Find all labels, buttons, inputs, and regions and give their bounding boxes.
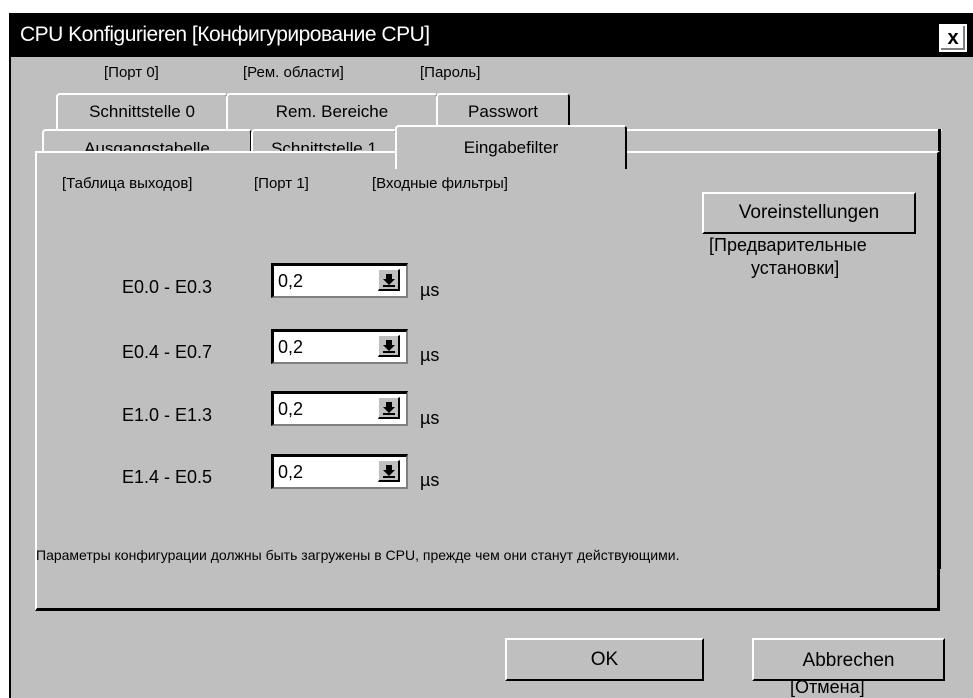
dropdown-arrow-icon[interactable] [378, 269, 400, 291]
filter-select-e0-0[interactable]: 0,2 [271, 263, 408, 298]
tab-label: Eingabefilter [463, 138, 559, 157]
unit-label: µs [420, 345, 440, 365]
tab-label: Passwort [468, 102, 538, 121]
close-icon: x [947, 27, 959, 49]
filter-range-label: E1.4 - E0.5 [122, 467, 213, 487]
filter-range-label: E0.4 - E0.7 [122, 342, 213, 362]
filter-range-label: E1.0 - E1.3 [122, 405, 213, 425]
filter-value: 0,2 [278, 271, 304, 291]
info-note: Параметры конфигурации должны быть загру… [36, 547, 680, 563]
tab-input-filter-translation: [Входные фильтры] [372, 175, 508, 192]
filter-range-label: E0.0 - E0.3 [122, 277, 213, 297]
tab-rem-translation: [Рем. области] [243, 64, 344, 81]
button-label: Abbrechen [802, 650, 895, 671]
tab-output-table-translation: [Таблица выходов] [62, 175, 193, 192]
voreinstellungen-button[interactable]: Voreinstellungen [702, 192, 916, 234]
filter-select-e1-4[interactable]: 0,2 [271, 454, 408, 489]
tab-eingabefilter[interactable]: Eingabefilter [395, 125, 627, 169]
tab-password-translation: [Пароль] [420, 64, 481, 81]
cancel-button[interactable]: Abbrechen [752, 638, 945, 681]
tab-label: Schnittstelle 0 [89, 102, 195, 121]
filter-value: 0,2 [278, 399, 304, 419]
tab-label: Rem. Bereiche [275, 102, 389, 121]
tab-rem-bereiche[interactable]: Rem. Bereiche [226, 93, 438, 129]
close-button[interactable]: x [939, 24, 967, 52]
button-label: OK [590, 648, 619, 670]
dropdown-arrow-icon[interactable] [378, 460, 400, 482]
tab-passwort[interactable]: Passwort [436, 93, 570, 129]
dropdown-arrow-icon[interactable] [378, 335, 400, 357]
ok-button[interactable]: OK [505, 638, 704, 681]
tab-port1-translation: [Порт 1] [254, 175, 309, 192]
title-bar[interactable]: CPU Konfigurieren [Конфигурирование CPU]… [11, 15, 973, 57]
filter-select-e1-0[interactable]: 0,2 [271, 391, 408, 426]
filter-value: 0,2 [278, 462, 304, 482]
unit-label: µs [420, 408, 440, 428]
unit-label: µs [420, 280, 440, 300]
filter-value: 0,2 [278, 337, 304, 357]
dropdown-arrow-icon[interactable] [378, 397, 400, 419]
unit-label: µs [420, 470, 440, 490]
presets-translation-line2: установки] [751, 258, 840, 278]
tab-strip-edge [624, 129, 942, 131]
tab-port0-translation: [Порт 0] [104, 64, 159, 81]
dialog-title: CPU Konfigurieren [Конфигурирование CPU] [20, 23, 430, 46]
tab-schnittstelle-0[interactable]: Schnittstelle 0 [56, 93, 228, 129]
filter-select-e0-4[interactable]: 0,2 [271, 329, 408, 364]
presets-translation-line1: [Предварительные [709, 235, 867, 255]
button-label: Voreinstellungen [738, 202, 880, 223]
cancel-translation: [Отмена] [790, 677, 865, 697]
